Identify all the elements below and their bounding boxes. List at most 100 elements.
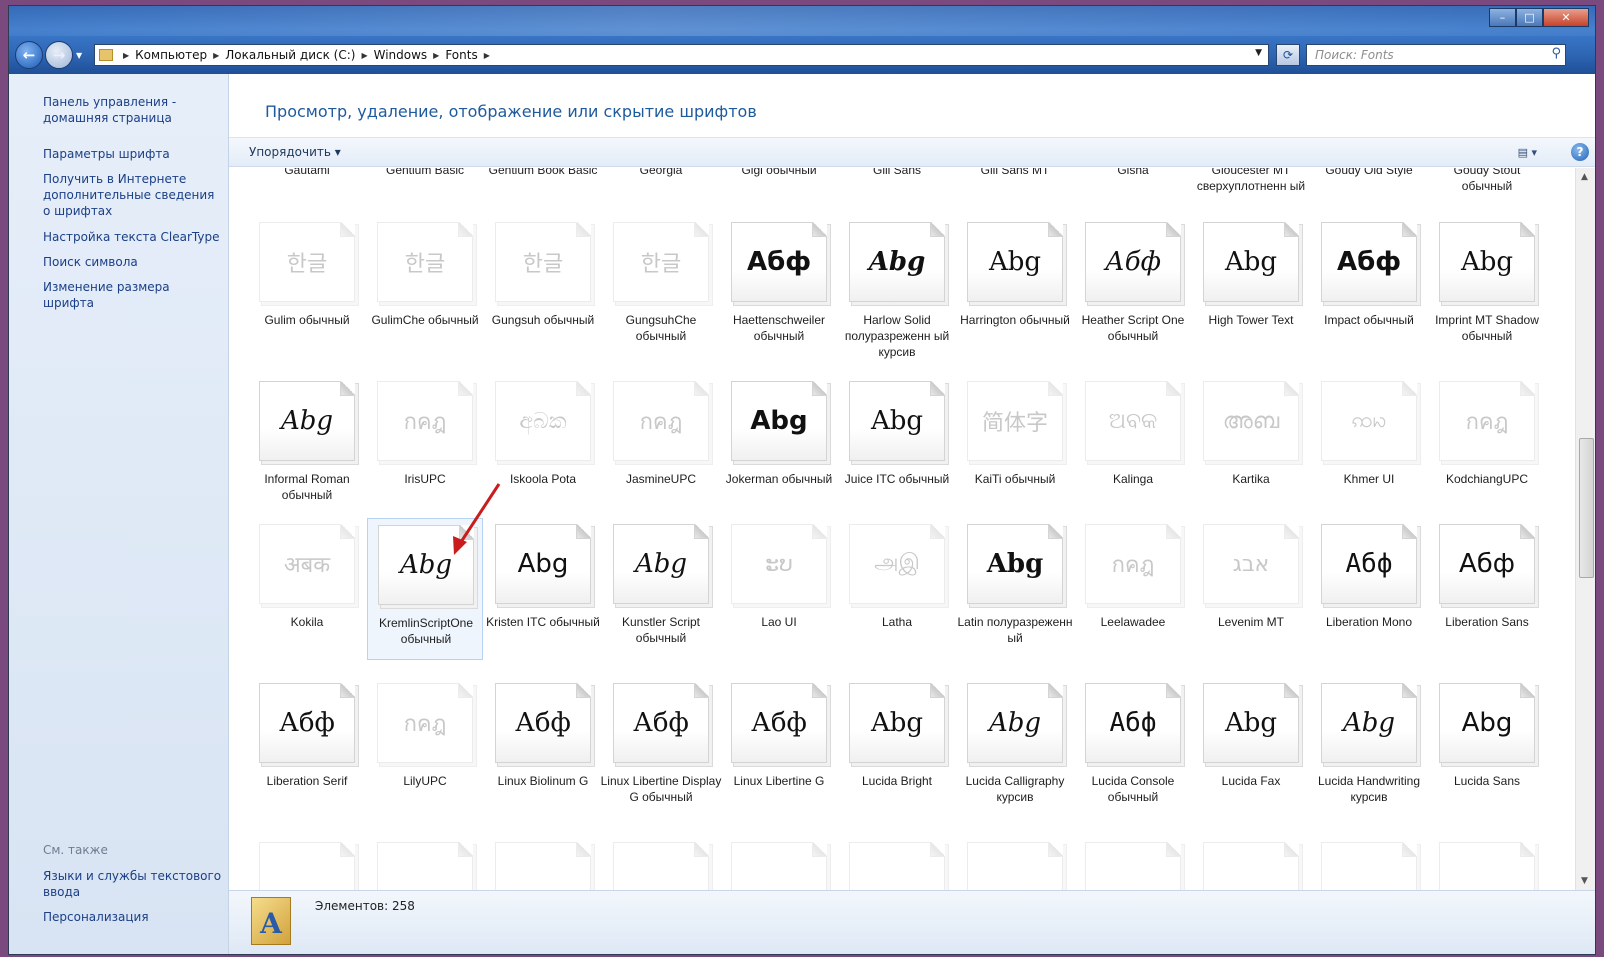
- breadcrumb-local-disk[interactable]: Локальный диск (C:): [225, 48, 355, 62]
- breadcrumb-windows[interactable]: Windows: [374, 48, 428, 62]
- font-label-partial[interactable]: Gill Sans: [842, 168, 952, 178]
- font-tile-partial[interactable]: [1311, 842, 1427, 890]
- forward-button[interactable]: →: [45, 41, 73, 69]
- chevron-right-icon[interactable]: ▶: [213, 51, 219, 60]
- font-tile[interactable]: ະບ Lao UI: [721, 524, 837, 666]
- font-tile[interactable]: Abg Kunstler Script обычный: [603, 524, 719, 666]
- back-button[interactable]: ←: [15, 41, 43, 69]
- close-button[interactable]: ✕: [1543, 8, 1589, 27]
- font-tile[interactable]: กคฎ JasmineUPC: [603, 381, 719, 523]
- font-tile[interactable]: กคฎ Leelawadee: [1075, 524, 1191, 666]
- sidebar-link-get-more-font-info[interactable]: Получить в Интернете дополнительные свед…: [43, 171, 223, 219]
- font-label-partial[interactable]: Georgia: [606, 168, 716, 178]
- refresh-button[interactable]: ⟳: [1276, 44, 1300, 66]
- font-tile[interactable]: Абф Haettenschweiler обычный: [721, 222, 837, 364]
- font-tile[interactable]: Abg Kristen ITC обычный: [485, 524, 601, 666]
- font-label-partial[interactable]: Gill Sans MT: [960, 168, 1070, 178]
- chevron-right-icon[interactable]: ▶: [123, 51, 129, 60]
- font-tile[interactable]: Abg Informal Roman обычный: [249, 381, 365, 523]
- address-dropdown-icon[interactable]: ▼: [1255, 48, 1262, 58]
- font-tile-partial[interactable]: [249, 842, 365, 890]
- chevron-right-icon[interactable]: ▶: [361, 51, 367, 60]
- font-tile[interactable]: Абф Linux Biolinum G: [485, 683, 601, 825]
- font-label-partial[interactable]: Gentium Book Basic: [488, 168, 598, 178]
- scroll-down-icon[interactable]: ▼: [1581, 876, 1588, 886]
- font-tile-partial[interactable]: [957, 842, 1073, 890]
- font-label-partial[interactable]: Gentium Basic: [370, 168, 480, 178]
- font-tile[interactable]: กคฎ LilyUPC: [367, 683, 483, 825]
- font-tile[interactable]: Abg Harrington обычный: [957, 222, 1073, 364]
- font-tile[interactable]: ꩡꩢ Khmer UI: [1311, 381, 1427, 523]
- font-tile[interactable]: அஇ Latha: [839, 524, 955, 666]
- maximize-button[interactable]: □: [1516, 8, 1543, 27]
- sidebar-link-font-settings[interactable]: Параметры шрифта: [43, 146, 223, 162]
- font-tile[interactable]: Abg Imprint MT Shadow обычный: [1429, 222, 1545, 364]
- font-tile-partial[interactable]: [1193, 842, 1309, 890]
- font-tile[interactable]: Абф Liberation Mono: [1311, 524, 1427, 666]
- font-tile[interactable]: අබක Iskoola Pota: [485, 381, 601, 523]
- font-tile[interactable]: 한글 Gungsuh обычный: [485, 222, 601, 364]
- font-tile[interactable]: Абф Liberation Sans: [1429, 524, 1545, 666]
- chevron-right-icon[interactable]: ▶: [433, 51, 439, 60]
- font-tile-partial[interactable]: [839, 842, 955, 890]
- font-tile[interactable]: Абф Linux Libertine Display G обычный: [601, 683, 721, 825]
- font-tile[interactable]: Abg Lucida Bright: [839, 683, 955, 825]
- font-tile[interactable]: Abg Lucida Calligraphy курсив: [957, 683, 1073, 825]
- font-tile[interactable]: 한글 GulimChe обычный: [367, 222, 483, 364]
- font-tile[interactable]: 简体字 KaiTi обычный: [957, 381, 1073, 523]
- minimize-button[interactable]: –: [1489, 8, 1516, 27]
- font-tile[interactable]: ଅବକ Kalinga: [1075, 381, 1191, 523]
- font-tile-partial[interactable]: [721, 842, 837, 890]
- scroll-thumb[interactable]: [1579, 438, 1594, 578]
- sidebar-link-find-character[interactable]: Поиск символа: [43, 254, 223, 270]
- font-tile[interactable]: Abg Jokerman обычный: [721, 381, 837, 523]
- font-tile-partial[interactable]: [1075, 842, 1191, 890]
- font-label-partial[interactable]: Gautami: [252, 168, 362, 178]
- font-label-partial[interactable]: Goudy Old Style: [1314, 168, 1424, 178]
- font-tile-partial[interactable]: [603, 842, 719, 890]
- font-tile[interactable]: Abg High Tower Text: [1193, 222, 1309, 364]
- font-tile[interactable]: Abg Harlow Solid полуразреженн ый курсив: [839, 222, 955, 364]
- font-tile[interactable]: Абф Liberation Serif: [249, 683, 365, 825]
- font-label-partial[interactable]: Gisha: [1078, 168, 1188, 178]
- search-input[interactable]: Поиск: Fonts ⚲: [1306, 44, 1566, 66]
- font-tile[interactable]: Abg Lucida Sans: [1429, 683, 1545, 825]
- font-tile[interactable]: Абф Heather Script One обычный: [1075, 222, 1191, 364]
- font-tile-partial[interactable]: [485, 842, 601, 890]
- sidebar-link-change-font-size[interactable]: Изменение размера шрифта: [43, 279, 223, 311]
- breadcrumb-fonts[interactable]: Fonts: [445, 48, 477, 62]
- font-tile[interactable]: אבג Levenim MT: [1193, 524, 1309, 666]
- font-tile[interactable]: Abg Latin полуразреженн ый: [957, 524, 1073, 666]
- breadcrumb-computer[interactable]: Компьютер: [135, 48, 207, 62]
- font-label-partial[interactable]: Gloucester MT сверхуплотненн ый: [1196, 168, 1306, 194]
- address-bar[interactable]: ▶ Компьютер ▶ Локальный диск (C:) ▶ Wind…: [94, 44, 1269, 66]
- font-tile[interactable]: 한글 GungsuhChe обычный: [603, 222, 719, 364]
- recent-pages-dropdown-icon[interactable]: ▼: [76, 51, 82, 60]
- font-tile-partial[interactable]: [367, 842, 483, 890]
- font-tile-partial[interactable]: [1429, 842, 1545, 890]
- font-tile[interactable]: Abg Lucida Fax: [1193, 683, 1309, 825]
- sidebar-link-cleartype[interactable]: Настройка текста ClearType: [43, 229, 223, 245]
- font-tile[interactable]: กคฎ IrisUPC: [367, 381, 483, 523]
- scroll-up-icon[interactable]: ▲: [1581, 172, 1588, 182]
- change-view-button[interactable]: ▤ ▾: [1518, 146, 1537, 159]
- help-icon[interactable]: ?: [1571, 143, 1589, 161]
- font-tile[interactable]: अबक Kokila: [249, 524, 365, 666]
- sidebar-link-control-panel-home[interactable]: Панель управления - домашняя страница: [43, 94, 223, 126]
- search-icon[interactable]: ⚲: [1551, 46, 1561, 61]
- chevron-right-icon[interactable]: ▶: [484, 51, 490, 60]
- font-tile[interactable]: Абф Impact обычный: [1311, 222, 1427, 364]
- font-label-partial[interactable]: Gigi обычный: [724, 168, 834, 178]
- font-tile[interactable]: Abg KremlinScriptOne обычный: [367, 518, 483, 660]
- font-tile[interactable]: Абф Linux Libertine G: [721, 683, 837, 825]
- sidebar-link-personalization[interactable]: Персонализация: [43, 909, 223, 925]
- font-tile[interactable]: Abg Lucida Handwriting курсив: [1311, 683, 1427, 825]
- font-tile[interactable]: Abg Juice ITC обычный: [839, 381, 955, 523]
- sidebar-link-text-services[interactable]: Языки и службы текстового ввода: [43, 868, 223, 900]
- font-tile[interactable]: 한글 Gulim обычный: [249, 222, 365, 364]
- organize-button[interactable]: Упорядочить ▾: [249, 145, 341, 159]
- font-tile[interactable]: അബ Kartika: [1193, 381, 1309, 523]
- vertical-scrollbar[interactable]: ▲ ▼: [1575, 168, 1595, 890]
- font-tile[interactable]: กคฎ KodchiangUPC: [1429, 381, 1545, 523]
- font-tile[interactable]: Абф Lucida Console обычный: [1075, 683, 1191, 825]
